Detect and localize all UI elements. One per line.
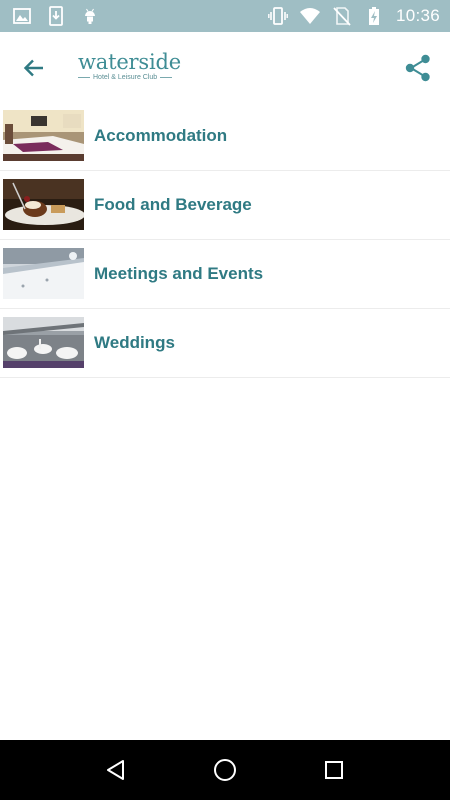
back-button[interactable] xyxy=(16,50,52,86)
back-triangle-icon xyxy=(107,760,125,780)
logo-title: waterside xyxy=(78,50,181,74)
no-sim-icon xyxy=(333,7,351,26)
arrow-back-icon xyxy=(23,59,43,77)
list-item-weddings[interactable]: Weddings xyxy=(0,309,450,378)
app-bar: waterside Hotel & Leisure Club xyxy=(0,32,450,102)
share-icon xyxy=(405,54,430,82)
recents-square-icon xyxy=(324,761,343,779)
list-item-label: Weddings xyxy=(94,333,175,352)
waterside-logo: waterside Hotel & Leisure Club xyxy=(78,50,181,85)
logo-divider xyxy=(78,77,90,78)
wifi-icon xyxy=(299,8,320,24)
image-icon xyxy=(13,8,31,24)
system-icons: 10:36 xyxy=(268,6,440,26)
dessert-plate-thumbnail xyxy=(3,179,84,230)
logo-subtitle-row: Hotel & Leisure Club xyxy=(78,74,178,81)
list-item-label: Meetings and Events xyxy=(94,264,264,283)
list-item-label: Accommodation xyxy=(94,126,228,145)
home-circle-icon xyxy=(213,759,236,781)
list-item-meetings-and-events[interactable]: Meetings and Events xyxy=(0,240,450,309)
nav-home-button[interactable] xyxy=(205,750,245,790)
logo-subtitle: Hotel & Leisure Club xyxy=(93,74,158,81)
conference-table-thumbnail xyxy=(3,248,84,299)
hotel-room-thumbnail xyxy=(3,110,84,161)
android-icon xyxy=(85,8,95,24)
menu-list: Accommodation Food and Beverage Meetings… xyxy=(0,102,450,378)
nav-recents-button[interactable] xyxy=(314,750,354,790)
download-icon xyxy=(49,6,63,26)
list-item-label: Food and Beverage xyxy=(94,195,252,214)
vibrate-icon xyxy=(268,7,288,25)
share-button[interactable] xyxy=(400,50,436,86)
navigation-bar xyxy=(0,740,450,800)
battery-charging-icon xyxy=(368,7,379,25)
clock: 10:36 xyxy=(395,6,440,25)
banquet-hall-thumbnail xyxy=(3,317,84,368)
list-item-accommodation[interactable]: Accommodation xyxy=(0,102,450,171)
logo-divider xyxy=(160,77,173,78)
notification-icons xyxy=(12,6,100,26)
nav-back-button[interactable] xyxy=(96,750,136,790)
status-bar: 10:36 xyxy=(0,0,450,32)
list-item-food-and-beverage[interactable]: Food and Beverage xyxy=(0,171,450,240)
